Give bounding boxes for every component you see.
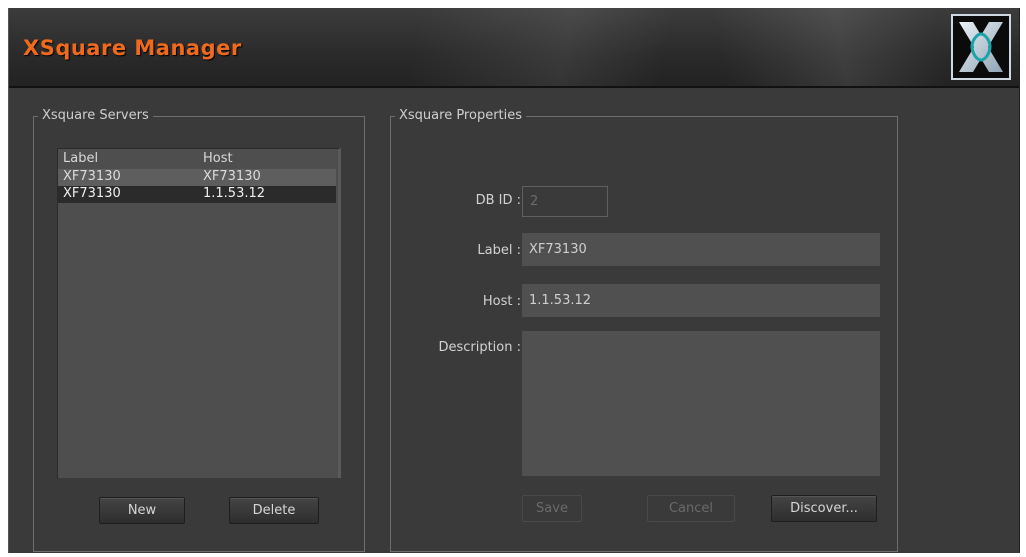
label-field-label: Label : [477,243,521,258]
row-label-cell: XF73130 [63,169,121,184]
delete-button[interactable]: Delete [229,497,319,524]
db-id-label: DB ID : [475,193,521,208]
servers-list[interactable]: Label Host XF73130 XF73130 XF73130 1.1.5… [57,148,341,478]
xsquare-logo-icon [951,14,1011,80]
cancel-button[interactable]: Cancel [647,495,735,522]
label-field[interactable] [522,233,880,266]
db-id-field[interactable] [522,186,608,217]
row-label-cell: XF73130 [63,186,121,201]
servers-group-legend: Xsquare Servers [38,108,153,124]
description-field-label: Description : [438,340,521,355]
description-field[interactable] [522,331,880,476]
servers-group: Xsquare Servers Label Host XF73130 XF731… [33,108,365,552]
properties-group-legend: Xsquare Properties [395,108,527,124]
new-button[interactable]: New [99,497,185,524]
app-window: XSquare Manager Xsquare Servers Label Ho… [8,8,1020,553]
app-title: XSquare Manager [23,36,242,60]
table-row[interactable]: XF73130 XF73130 [58,169,336,186]
host-field[interactable] [522,284,880,317]
app-header: XSquare Manager [9,8,1019,88]
row-host-cell: 1.1.53.12 [203,186,266,201]
row-host-cell: XF73130 [203,169,261,184]
table-row[interactable]: XF73130 1.1.53.12 [58,186,336,203]
column-header-label[interactable]: Label [63,151,98,166]
save-button[interactable]: Save [522,495,582,522]
host-field-label: Host : [482,294,521,309]
discover-button[interactable]: Discover... [771,495,877,522]
servers-list-header: Label Host [58,149,338,169]
column-header-host[interactable]: Host [203,151,233,166]
properties-group: Xsquare Properties DB ID : Label : Host … [390,108,898,552]
